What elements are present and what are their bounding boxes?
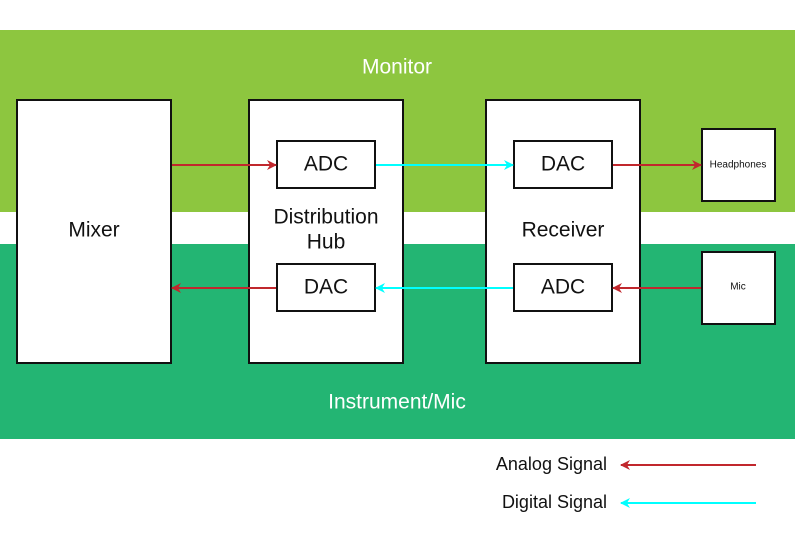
hub-label-line2: Hub: [307, 231, 346, 254]
hub-label-line1: Distribution: [273, 206, 378, 229]
signal-flow-diagram: Monitor Instrument/Mic Mixer Distributio…: [0, 30, 795, 512]
receiver-label: Receiver: [522, 219, 605, 242]
legend-analog-label: Analog Signal: [496, 454, 607, 474]
receiver-adc-label: ADC: [541, 276, 585, 299]
monitor-label: Monitor: [362, 56, 432, 79]
hub-dac-label: DAC: [304, 276, 348, 299]
instrument-mic-label: Instrument/Mic: [328, 391, 466, 414]
receiver-dac-label: DAC: [541, 153, 585, 176]
headphones-label: Headphones: [710, 160, 767, 171]
legend-digital-label: Digital Signal: [502, 492, 607, 512]
mixer-label: Mixer: [68, 219, 119, 242]
mic-label: Mic: [730, 282, 746, 293]
hub-adc-label: ADC: [304, 153, 348, 176]
